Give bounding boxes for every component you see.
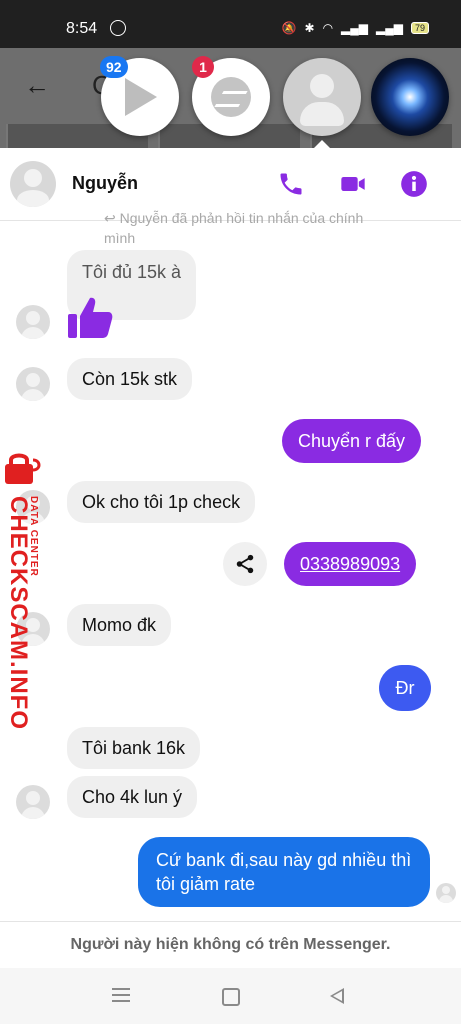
bluetooth-icon: ✱	[304, 21, 315, 35]
back-arrow-icon[interactable]: ←	[24, 70, 50, 101]
sender-avatar[interactable]	[16, 785, 50, 819]
contact-name[interactable]: Nguyễn	[72, 173, 138, 194]
like-icon[interactable]	[66, 294, 114, 342]
back-icon[interactable]	[330, 988, 344, 1004]
message-out[interactable]: Cứ bank đi,sau này gd nhiều thì tôi giảm…	[138, 837, 430, 907]
watermark-sub: DATA CENTER	[28, 496, 39, 577]
seen-avatar	[436, 883, 456, 903]
message-in[interactable]: Ok cho tôi 1p check	[67, 481, 256, 523]
recent-apps-icon[interactable]	[112, 988, 130, 1002]
status-bar: 8:54 🔕 ✱ ◠ ▂▄▆ ▂▄▆ 79	[0, 0, 461, 48]
contact-avatar[interactable]	[10, 161, 56, 207]
reply-note-text: Nguyễn đã phản hồi tin nhắn của chính mì…	[104, 210, 364, 246]
signal-icon: ▂▄▆	[341, 21, 369, 35]
watermark: CHECKSCAM.INFO DATA CENTER	[0, 452, 52, 730]
reply-note: ↩ Nguyễn đã phản hồi tin nhắn của chính …	[104, 208, 384, 248]
wifi-icon: ◠	[322, 21, 334, 35]
share-button[interactable]	[223, 542, 267, 586]
status-icons: 🔕 ✱ ◠ ▂▄▆ ▂▄▆ 79	[282, 21, 429, 35]
play-icon	[125, 78, 157, 116]
avatar-head	[310, 74, 334, 98]
home-icon[interactable]	[222, 988, 240, 1006]
sender-avatar[interactable]	[16, 305, 50, 339]
info-icon[interactable]	[400, 170, 428, 198]
message-in[interactable]: Tôi bank 16k	[67, 727, 201, 769]
video-call-icon[interactable]	[339, 170, 367, 198]
phone-link-message[interactable]: 0338989093	[284, 542, 417, 586]
messenger-notification-icon	[110, 20, 126, 36]
battery-icon: 79	[410, 22, 429, 34]
unread-badge: 92	[100, 56, 128, 78]
conversation-panel: Nguyễn ↩ Nguyễn đã phản hồi tin nhắn của…	[0, 148, 461, 968]
avatar-body	[300, 102, 344, 126]
status-time: 8:54	[66, 20, 98, 37]
unread-badge: 1	[192, 56, 214, 78]
chat-head-contact[interactable]	[283, 58, 361, 136]
sender-avatar[interactable]	[16, 367, 50, 401]
message-in[interactable]: Còn 15k stk	[67, 358, 193, 400]
signal-icon-2: ▂▄▆	[376, 21, 403, 35]
reply-icon: ↩	[104, 210, 120, 226]
share-icon	[236, 554, 254, 574]
message-in[interactable]: Momo đk	[67, 604, 172, 646]
message-out[interactable]: Đr	[379, 665, 431, 711]
phone-icon[interactable]	[277, 170, 305, 198]
message-in[interactable]: Cho 4k lun ý	[67, 776, 198, 818]
avatar-head	[24, 169, 42, 187]
lock-icon	[5, 453, 41, 484]
unavailable-notice: Người này hiện không có trên Messenger.	[0, 921, 461, 968]
chat-head-galaxy[interactable]	[371, 58, 449, 136]
avatar-body	[17, 190, 49, 207]
mute-icon: 🔕	[281, 21, 297, 35]
message-out[interactable]: Chuyển r đấy	[282, 419, 422, 463]
system-nav-bar	[0, 968, 461, 1024]
